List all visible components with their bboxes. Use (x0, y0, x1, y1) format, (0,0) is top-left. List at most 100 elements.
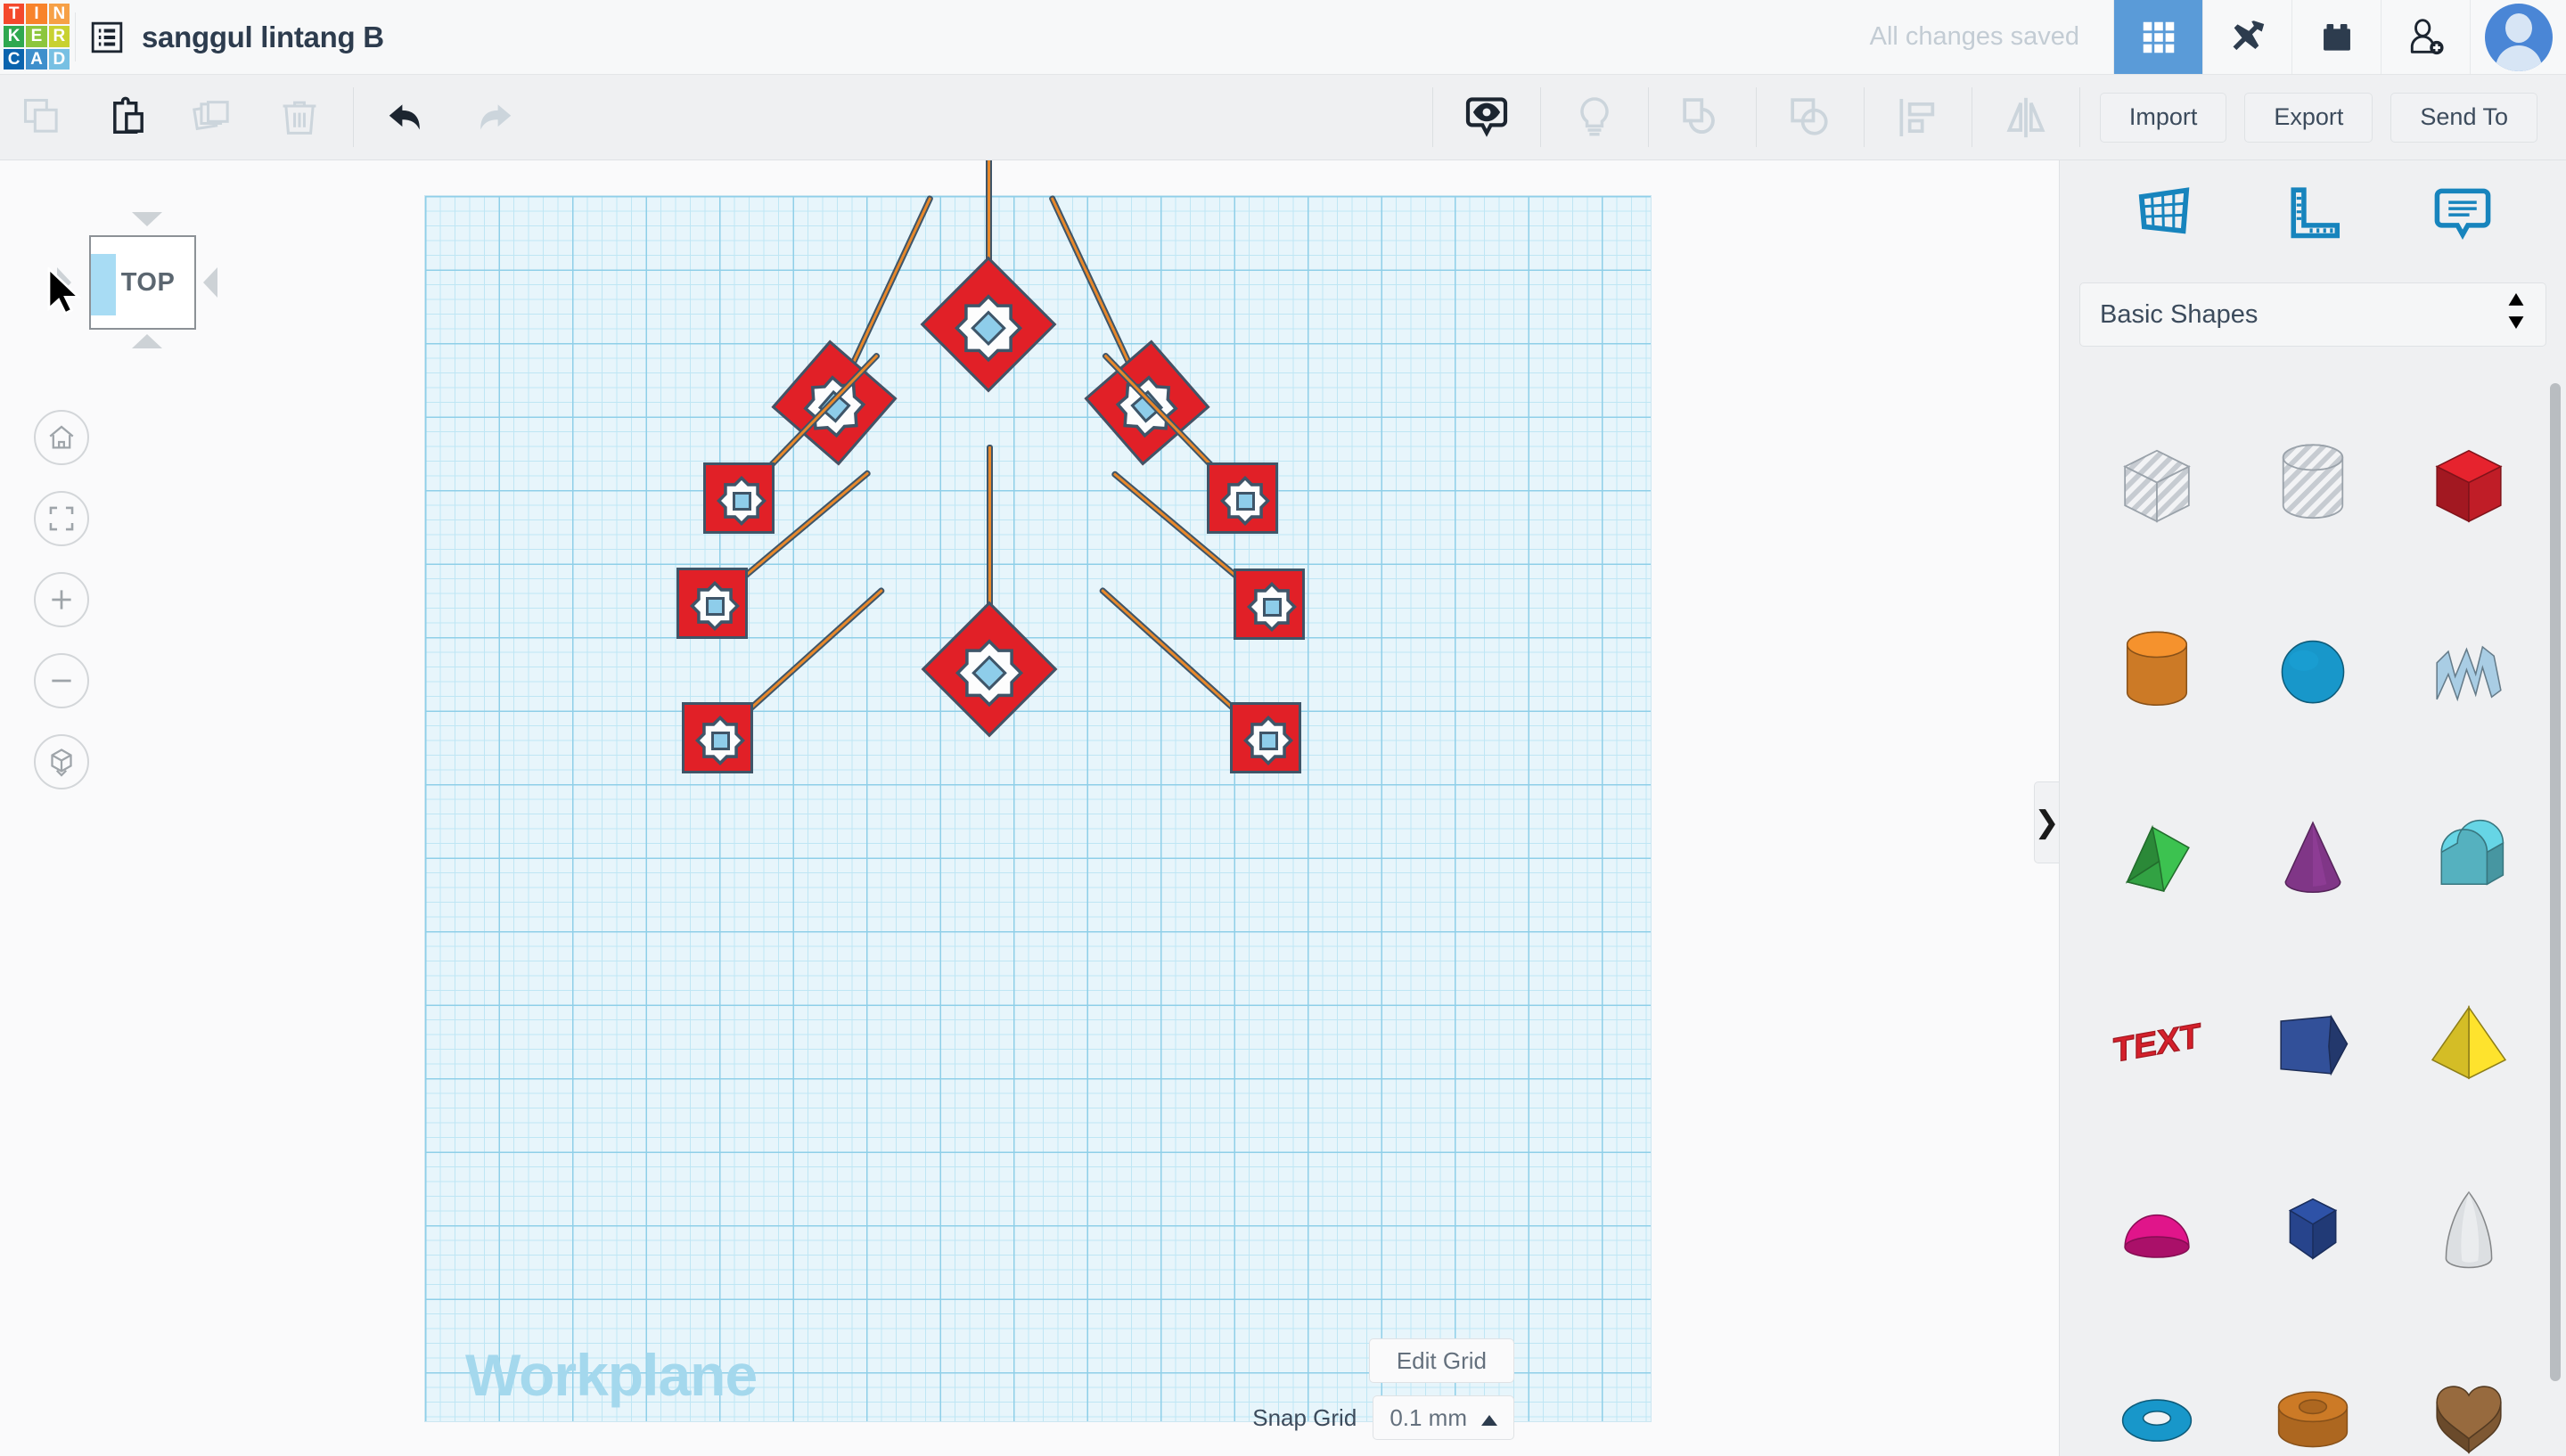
svg-text:TEXT: TEXT (2113, 1017, 2201, 1070)
hairpin-gem (732, 491, 751, 511)
box-shape[interactable] (2390, 387, 2546, 574)
logo-tile-n: N (48, 4, 70, 25)
zoom-out-button[interactable] (34, 653, 89, 708)
panel-scrollbar[interactable] (2550, 383, 2561, 1381)
minecraft-pickaxe-icon[interactable] (2202, 0, 2291, 74)
snap-grid-label: Snap Grid (1252, 1403, 1357, 1431)
scribble-shape[interactable] (2390, 574, 2546, 761)
heart-shape[interactable] (2390, 1322, 2546, 1456)
cylinder-shape[interactable] (2079, 574, 2235, 761)
show-hide-icon[interactable] (1444, 75, 1529, 160)
viewcube-label: TOP (120, 267, 176, 297)
copy-icon[interactable] (0, 75, 86, 160)
hairpin-head (703, 462, 775, 534)
edit-toolbar: Import Export Send To (0, 75, 2566, 160)
list-menu-icon[interactable] (76, 0, 138, 74)
hairpin-gem (705, 596, 725, 616)
viewcube-arrow-down-icon[interactable] (132, 334, 162, 348)
text-shape[interactable]: TEXT (2079, 948, 2235, 1135)
top-bar: TIN KER CAD sanggul lintang B All changes … (0, 0, 2566, 75)
canvas-viewport[interactable]: Workplane Edit Grid Snap Grid 0.1 mm (0, 160, 2059, 1456)
undo-icon[interactable] (365, 75, 450, 160)
lightbulb-icon[interactable] (1552, 75, 1637, 160)
hairpin-head (1230, 702, 1301, 773)
group-icon[interactable] (1660, 75, 1745, 160)
redo-icon[interactable] (450, 75, 536, 160)
round-roof-shape[interactable] (2390, 761, 2546, 948)
cylinder-hole-shape[interactable] (2235, 387, 2391, 574)
ruler-icon[interactable] (2283, 183, 2345, 249)
logo-tile-d: D (48, 48, 70, 70)
logo-tile-t: T (4, 4, 25, 25)
workplane-label: Workplane (465, 1342, 758, 1408)
send-to-button[interactable]: Send To (2390, 92, 2537, 143)
zoom-in-button[interactable] (34, 572, 89, 627)
workplane[interactable]: Workplane (425, 160, 1651, 1421)
tube-shape[interactable] (2235, 1322, 2391, 1456)
duplicate-icon[interactable] (171, 75, 257, 160)
divider (2078, 87, 2080, 147)
avatar[interactable] (2470, 0, 2566, 74)
paste-icon[interactable] (86, 75, 171, 160)
shape-library-grid[interactable]: TEXT (2060, 367, 2546, 1456)
workplane-icon[interactable] (2132, 182, 2196, 250)
mouse-cursor (46, 266, 84, 320)
shape-category-select[interactable]: Basic Shapes (2079, 282, 2546, 347)
view-cube[interactable]: TOP (89, 235, 196, 330)
half-sphere-shape[interactable] (2079, 1135, 2235, 1322)
logo-tile-i: I (26, 4, 47, 25)
divider (1431, 87, 1433, 147)
edit-grid-button[interactable]: Edit Grid (1368, 1338, 1514, 1383)
polygon-shape[interactable] (2235, 948, 2391, 1135)
panel-collapse-handle[interactable]: ❯ (2034, 781, 2060, 863)
grid-controls: Edit Grid Snap Grid 0.1 mm (1252, 1338, 1514, 1440)
stepper-arrows-icon[interactable] (2506, 293, 2526, 336)
hairpin-head (921, 601, 1058, 738)
pyramid-shape[interactable] (2390, 948, 2546, 1135)
viewcube-arrow-up-icon[interactable] (132, 212, 162, 226)
divider (353, 87, 354, 147)
action-buttons: Import Export Send To (2091, 75, 2566, 160)
ungroup-icon[interactable] (1767, 75, 1853, 160)
hairpin-gem (710, 731, 730, 750)
import-button[interactable]: Import (2099, 92, 2227, 143)
snap-grid-select[interactable]: 0.1 mm (1373, 1395, 1514, 1440)
paraboloid-shape[interactable] (2390, 1135, 2546, 1322)
export-button[interactable]: Export (2244, 92, 2373, 143)
tinkercad-logo[interactable]: TIN KER CAD (0, 0, 75, 75)
home-view-button[interactable] (34, 410, 89, 465)
note-icon[interactable] (2431, 183, 2494, 249)
blocks-grid-icon[interactable] (2113, 0, 2202, 74)
hairpin-gem (1235, 491, 1255, 511)
hex-prism-shape[interactable] (2235, 1135, 2391, 1322)
divider (1647, 87, 1649, 147)
shape-category-label: Basic Shapes (2100, 299, 2259, 329)
box-hole-shape[interactable] (2079, 387, 2235, 574)
lego-brick-icon[interactable] (2291, 0, 2381, 74)
logo-tile-c: C (4, 48, 25, 70)
invite-person-icon[interactable] (2381, 0, 2470, 74)
logo-tile-k: K (4, 26, 25, 47)
sphere-shape[interactable] (2235, 574, 2391, 761)
snap-grid-value: 0.1 mm (1390, 1403, 1467, 1431)
roof-shape[interactable] (2079, 761, 2235, 948)
divider (1863, 87, 1865, 147)
delete-icon[interactable] (257, 75, 342, 160)
hairpin-head (1234, 568, 1305, 640)
fit-to-view-button[interactable] (34, 491, 89, 546)
cone-shape[interactable] (2235, 761, 2391, 948)
panel-tool-icons (2060, 160, 2566, 272)
hairpin-head (920, 256, 1057, 393)
logo-tile-a: A (26, 48, 47, 70)
torus-shape[interactable] (2079, 1322, 2235, 1456)
align-icon[interactable] (1875, 75, 1961, 160)
hairpin-gem (1258, 731, 1278, 750)
save-status-text: All changes saved (1869, 22, 2079, 51)
mirror-icon[interactable] (1983, 75, 2069, 160)
avatar-image (2484, 3, 2553, 71)
viewcube-arrow-right-icon[interactable] (203, 267, 217, 298)
document-title[interactable]: sanggul lintang B (138, 0, 384, 74)
projection-toggle-button[interactable] (34, 734, 89, 789)
